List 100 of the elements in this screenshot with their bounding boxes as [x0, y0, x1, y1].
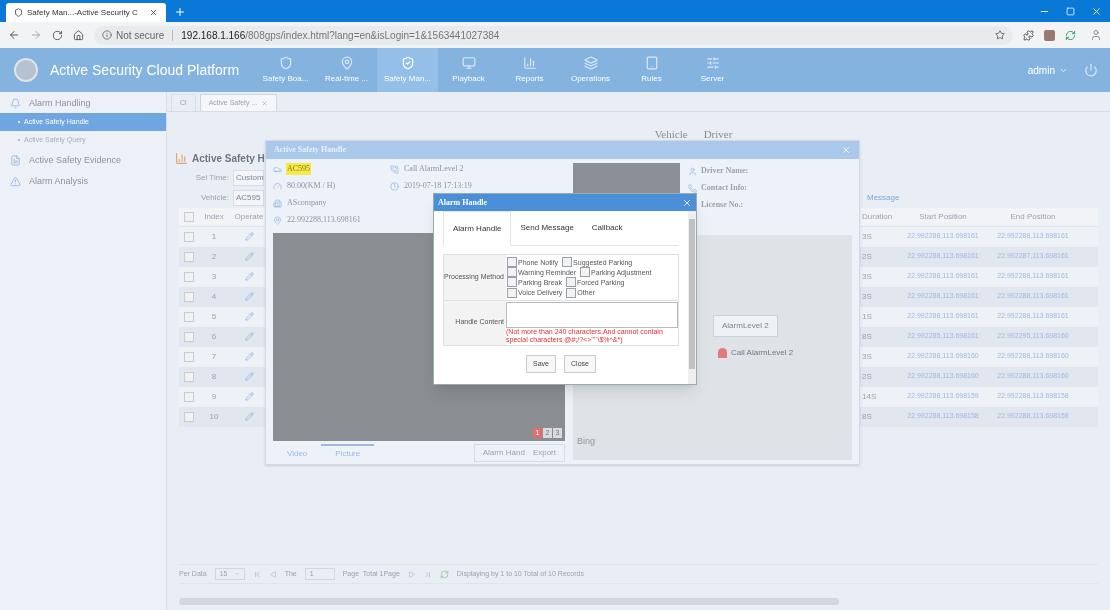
- handle-content-field[interactable]: [506, 301, 678, 328]
- column-header: Start Position: [918, 210, 968, 223]
- table-cell-text: 8S: [862, 410, 873, 423]
- checkbox[interactable]: [580, 267, 591, 278]
- new-tab-icon[interactable]: [174, 6, 186, 18]
- app-title: Active Security Cloud Platform: [50, 60, 240, 80]
- nav-item[interactable]: Server: [682, 48, 743, 92]
- nav-item[interactable]: Safety Boa...: [255, 48, 316, 92]
- profile-icon[interactable]: [1090, 29, 1102, 41]
- dialog-tab[interactable]: Callback: [582, 211, 632, 245]
- edit-icon[interactable]: [244, 332, 254, 341]
- sidebar-item[interactable]: Alarm Handling: [0, 94, 166, 113]
- edit-icon[interactable]: [244, 252, 254, 261]
- checkbox[interactable]: [566, 287, 577, 298]
- back-icon[interactable]: [8, 29, 20, 41]
- user-menu[interactable]: admin: [1027, 62, 1068, 78]
- close-icon[interactable]: [682, 197, 692, 208]
- dialog-button[interactable]: Export: [532, 447, 556, 459]
- gauge-icon: [273, 181, 282, 191]
- refresh-icon[interactable]: [439, 569, 449, 579]
- power-icon[interactable]: [1084, 63, 1098, 77]
- dialog-button[interactable]: Alarm Hand: [482, 447, 525, 459]
- checkbox[interactable]: [562, 257, 573, 268]
- home-icon[interactable]: [72, 29, 84, 41]
- nav-item[interactable]: Playback: [438, 48, 499, 92]
- table-cell-text: 3S: [862, 230, 873, 243]
- edit-icon[interactable]: [244, 372, 254, 381]
- sidebar-item[interactable]: Active Safety Evidence: [0, 151, 166, 170]
- checkbox[interactable]: [507, 267, 517, 278]
- checkbox[interactable]: [184, 231, 194, 242]
- previous-page-icon[interactable]: [269, 570, 277, 578]
- info-icon: [101, 30, 112, 40]
- monitor-icon: [461, 55, 476, 70]
- checkbox[interactable]: [184, 311, 194, 322]
- checkbox[interactable]: [507, 287, 517, 298]
- edit-icon[interactable]: [244, 392, 254, 401]
- media-tab[interactable]: Video: [273, 444, 322, 462]
- table-cell-text: 3S: [862, 270, 873, 283]
- edit-icon[interactable]: [244, 292, 254, 301]
- address-field[interactable]: Not secure 192.168.1.166/808gps/index.html?lang=en&isLogin=1&1563441027384: [93, 25, 1014, 45]
- next-page-icon[interactable]: [407, 570, 415, 578]
- nav-item[interactable]: Safety Man...: [377, 48, 438, 92]
- info-text: Call AlarmLevel 2: [403, 163, 465, 175]
- nav-item[interactable]: Operations: [560, 48, 621, 92]
- view-tab[interactable]: Driver: [703, 126, 733, 143]
- checkbox[interactable]: [184, 271, 194, 282]
- dialog-tab[interactable]: Send Message: [511, 211, 583, 245]
- layers-icon: [583, 55, 598, 70]
- info-text: 22.992288,113.698161: [286, 214, 362, 226]
- checkbox[interactable]: [184, 391, 194, 402]
- warning-icon: [10, 176, 21, 187]
- person-icon: [688, 166, 697, 176]
- edit-icon[interactable]: [244, 232, 254, 241]
- chart-icon: [175, 151, 188, 165]
- message-link[interactable]: Message: [867, 191, 900, 204]
- restore-icon[interactable]: [1066, 7, 1075, 16]
- browser-tab[interactable]: Safety Man...-Active Security C: [6, 3, 166, 22]
- checkbox[interactable]: [184, 291, 194, 302]
- nav-item[interactable]: Reports: [499, 48, 560, 92]
- dialog-tab[interactable]: Alarm Handle: [443, 211, 512, 246]
- edit-icon[interactable]: [244, 412, 254, 421]
- filter-field[interactable]: Custom: [233, 169, 264, 186]
- checkbox[interactable]: [565, 277, 576, 288]
- view-tab[interactable]: Vehicle: [654, 126, 688, 143]
- checkbox[interactable]: [184, 211, 194, 222]
- nav-item[interactable]: Rules: [621, 48, 682, 92]
- checkbox[interactable]: [184, 251, 194, 262]
- map-marker-label: Call AlarmLevel 2: [731, 347, 794, 359]
- checkbox[interactable]: [507, 257, 517, 268]
- first-page-icon[interactable]: [252, 569, 262, 579]
- phone-icon: [390, 164, 399, 174]
- close-icon[interactable]: [149, 8, 158, 17]
- extension-icon[interactable]: [1023, 29, 1034, 41]
- extension-icon[interactable]: [1044, 29, 1055, 41]
- sidebar-item[interactable]: Alarm Analysis: [0, 172, 166, 191]
- media-tab[interactable]: Picture: [321, 444, 375, 462]
- table-cell-text: 14S: [862, 390, 878, 403]
- building-icon: [273, 198, 282, 208]
- reload-icon[interactable]: [51, 29, 63, 41]
- last-page-icon[interactable]: [422, 569, 432, 579]
- filter-field[interactable]: AC595: [233, 189, 264, 206]
- table-cell-text: 5: [210, 310, 218, 323]
- bookmark-star-icon[interactable]: [995, 30, 1006, 40]
- checkbox[interactable]: [184, 371, 194, 382]
- checkbox[interactable]: [184, 411, 194, 422]
- checkbox[interactable]: [507, 277, 517, 288]
- edit-icon[interactable]: [244, 272, 254, 281]
- vertical-scrollbar[interactable]: [688, 211, 696, 384]
- logo-icon: [14, 58, 38, 82]
- bar-chart-icon: [522, 55, 537, 70]
- bell-icon: [10, 98, 21, 109]
- nav-item[interactable]: Real-time ...: [316, 48, 377, 92]
- forward-icon[interactable]: [30, 29, 42, 41]
- edit-icon[interactable]: [244, 352, 254, 361]
- checkbox[interactable]: [184, 331, 194, 342]
- checkbox[interactable]: [184, 351, 194, 362]
- extension-icon[interactable]: [1065, 29, 1076, 41]
- edit-icon[interactable]: [244, 312, 254, 321]
- close-icon[interactable]: [1091, 6, 1102, 17]
- car-icon: [273, 164, 282, 174]
